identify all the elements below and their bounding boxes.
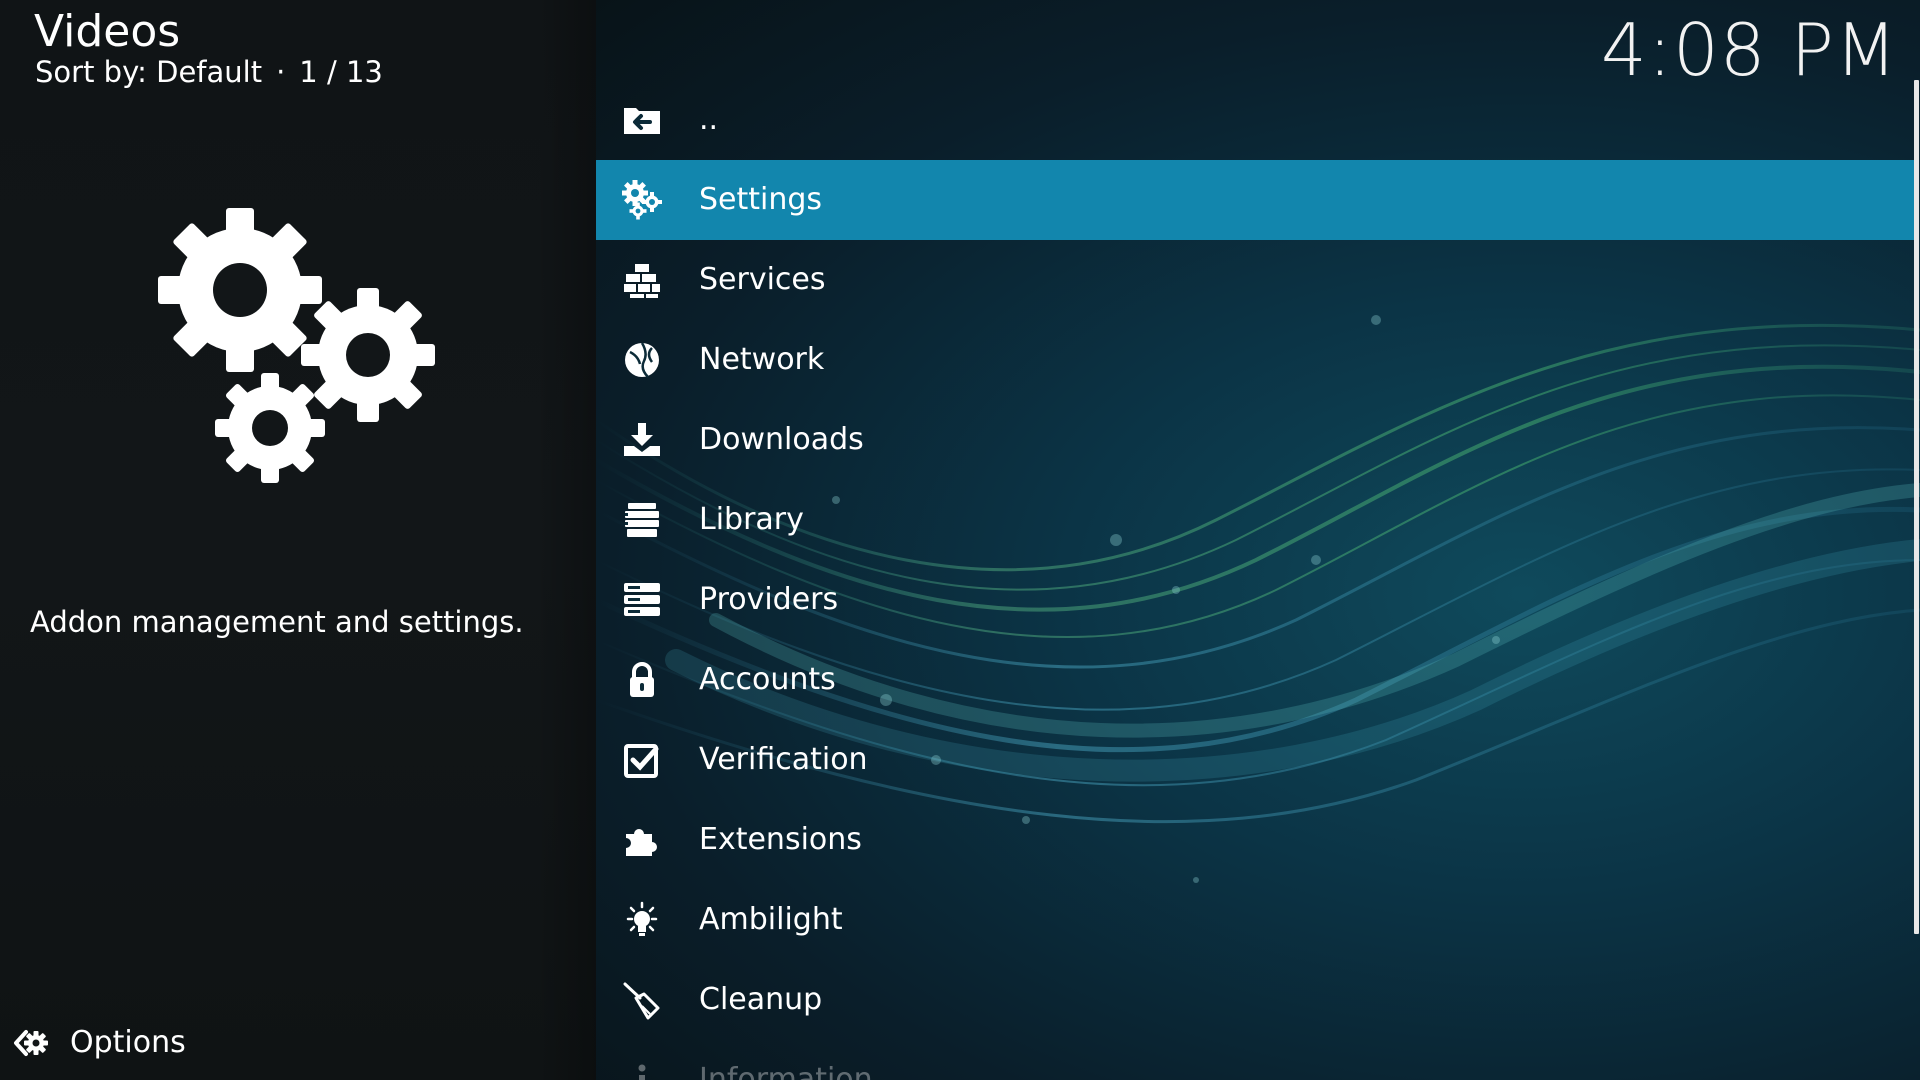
list-item-downloads[interactable]: Downloads xyxy=(596,400,1914,480)
list-item-label: Network xyxy=(699,342,825,377)
list-item-ambilight[interactable]: Ambilight xyxy=(596,880,1914,960)
globe-icon xyxy=(622,340,662,380)
list-item-label: Providers xyxy=(699,582,839,617)
list-item-settings[interactable]: Settings xyxy=(596,160,1914,240)
lock-icon xyxy=(622,660,662,700)
list-item-cleanup[interactable]: Cleanup xyxy=(596,960,1914,1040)
list-item-label: Information xyxy=(699,1062,873,1080)
library-icon xyxy=(622,500,662,540)
list-item-extensions[interactable]: Extensions xyxy=(596,800,1914,880)
options-icon xyxy=(14,1030,48,1056)
list-item-services[interactable]: Services xyxy=(596,240,1914,320)
info-icon xyxy=(622,1060,662,1080)
scrollbar-thumb[interactable] xyxy=(1914,80,1919,934)
list-item-parent[interactable]: .. xyxy=(596,80,1914,160)
separator-dot: · xyxy=(276,55,286,89)
list-item-accounts[interactable]: Accounts xyxy=(596,640,1914,720)
list-item-label: Settings xyxy=(699,182,823,217)
sort-label: Sort by: Default xyxy=(35,55,263,89)
list-item-label: Extensions xyxy=(699,822,862,857)
window-title: Videos xyxy=(34,6,181,57)
list-item-label: Library xyxy=(699,502,804,537)
checkbox-icon xyxy=(622,740,662,780)
info-panel-background xyxy=(0,0,596,1080)
server-icon xyxy=(622,580,662,620)
sort-info: Sort by: Default · 1 / 13 xyxy=(35,52,383,92)
list-scrollbar[interactable] xyxy=(1912,80,1920,1080)
folder-back-icon xyxy=(622,100,662,140)
options-label: Options xyxy=(70,1025,186,1060)
broom-icon xyxy=(622,980,662,1020)
list-item-library[interactable]: Library xyxy=(596,480,1914,560)
gears-icon xyxy=(622,180,662,220)
bricks-icon xyxy=(622,260,662,300)
list-item-verification[interactable]: Verification xyxy=(596,720,1914,800)
list-item-information[interactable]: Information xyxy=(596,1040,1914,1080)
gears-icon xyxy=(150,200,450,490)
list-item-label: Downloads xyxy=(699,422,864,457)
download-icon xyxy=(622,420,662,460)
list-item-label: Verification xyxy=(699,742,868,777)
list-item-network[interactable]: Network xyxy=(596,320,1914,400)
item-description: Addon management and settings. xyxy=(30,605,524,639)
lightbulb-icon xyxy=(622,900,662,940)
list-item-providers[interactable]: Providers xyxy=(596,560,1914,640)
addon-category-list[interactable]: .. Settings Services Network Downloads L… xyxy=(596,80,1914,1080)
puzzle-icon xyxy=(622,820,662,860)
list-item-label: .. xyxy=(699,102,719,137)
list-item-label: Cleanup xyxy=(699,982,823,1017)
list-item-label: Accounts xyxy=(699,662,836,697)
kodi-window: Videos Sort by: Default·1 / 13 4:08 PM xyxy=(0,0,1920,1080)
options-button[interactable]: Options xyxy=(12,1022,186,1064)
item-position: 1 / 13 xyxy=(299,55,383,89)
list-item-label: Services xyxy=(699,262,826,297)
list-item-label: Ambilight xyxy=(699,902,843,937)
